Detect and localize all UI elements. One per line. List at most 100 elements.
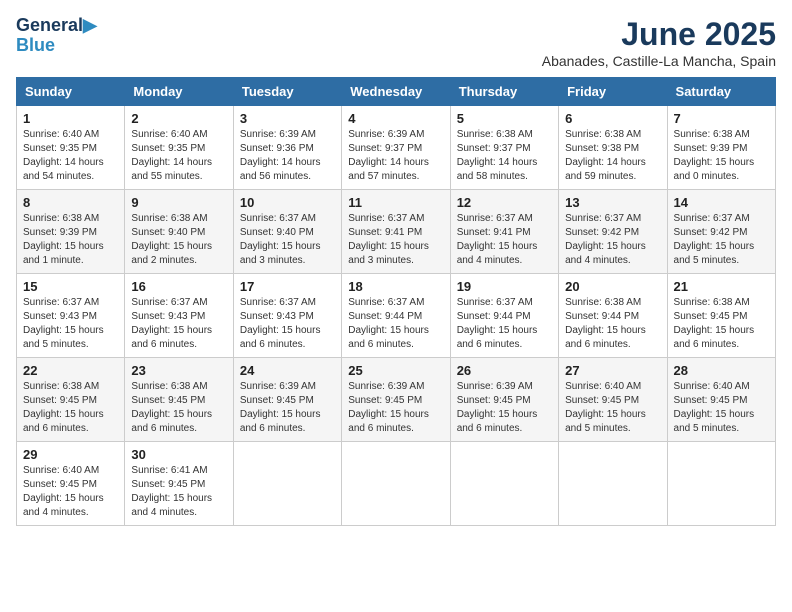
day-number: 21: [674, 279, 769, 294]
day-info: Sunrise: 6:38 AM Sunset: 9:44 PM Dayligh…: [565, 296, 660, 352]
calendar-header-row: SundayMondayTuesdayWednesdayThursdayFrid…: [17, 78, 776, 106]
day-number: 26: [457, 363, 552, 378]
calendar-day-cell: 3Sunrise: 6:39 AM Sunset: 9:36 PM Daylig…: [233, 106, 341, 190]
day-number: 2: [131, 111, 226, 126]
day-number: 12: [457, 195, 552, 210]
day-info: Sunrise: 6:39 AM Sunset: 9:37 PM Dayligh…: [348, 128, 443, 184]
day-info: Sunrise: 6:37 AM Sunset: 9:44 PM Dayligh…: [348, 296, 443, 352]
calendar-day-cell: 27 Sunrise: 6:40 AM Sunset: 9:45 PM Dayli…: [559, 358, 667, 442]
calendar-day-cell: 9Sunrise: 6:38 AM Sunset: 9:40 PM Daylig…: [125, 190, 233, 274]
calendar-week-row: 15 Sunrise: 6:37 AM Sunset: 9:43 PM Dayli…: [17, 274, 776, 358]
calendar-day-cell: 13 Sunrise: 6:37 AM Sunset: 9:42 PM Dayli…: [559, 190, 667, 274]
day-number: 9: [131, 195, 226, 210]
calendar-day-cell: 20 Sunrise: 6:38 AM Sunset: 9:44 PM Dayli…: [559, 274, 667, 358]
day-number: 20: [565, 279, 660, 294]
day-number: 14: [674, 195, 769, 210]
day-number: 15: [23, 279, 118, 294]
calendar-day-cell: 21 Sunrise: 6:38 AM Sunset: 9:45 PM Dayli…: [667, 274, 775, 358]
day-info: Sunrise: 6:38 AM Sunset: 9:45 PM Dayligh…: [23, 380, 118, 436]
calendar-day-cell: 25 Sunrise: 6:39 AM Sunset: 9:45 PM Dayli…: [342, 358, 450, 442]
day-number: 28: [674, 363, 769, 378]
day-number: 22: [23, 363, 118, 378]
calendar-day-cell: 11 Sunrise: 6:37 AM Sunset: 9:41 PM Dayli…: [342, 190, 450, 274]
calendar-day-cell: 5 Sunrise: 6:38 AM Sunset: 9:37 PM Daylig…: [450, 106, 558, 190]
calendar-week-row: 1Sunrise: 6:40 AM Sunset: 9:35 PM Daylig…: [17, 106, 776, 190]
day-number: 16: [131, 279, 226, 294]
calendar-day-cell: 19 Sunrise: 6:37 AM Sunset: 9:44 PM Dayli…: [450, 274, 558, 358]
day-info: Sunrise: 6:39 AM Sunset: 9:45 PM Dayligh…: [240, 380, 335, 436]
calendar-day-cell: 16Sunrise: 6:37 AM Sunset: 9:43 PM Dayli…: [125, 274, 233, 358]
day-info: Sunrise: 6:40 AM Sunset: 9:45 PM Dayligh…: [23, 464, 118, 520]
calendar-day-cell: 29 Sunrise: 6:40 AM Sunset: 9:45 PM Dayli…: [17, 442, 125, 526]
day-info: Sunrise: 6:37 AM Sunset: 9:40 PM Dayligh…: [240, 212, 335, 268]
calendar-day-cell: 15 Sunrise: 6:37 AM Sunset: 9:43 PM Dayli…: [17, 274, 125, 358]
calendar-day-cell: 14 Sunrise: 6:37 AM Sunset: 9:42 PM Dayli…: [667, 190, 775, 274]
day-number: 18: [348, 279, 443, 294]
day-number: 7: [674, 111, 769, 126]
calendar-header-saturday: Saturday: [667, 78, 775, 106]
calendar-day-cell: 10Sunrise: 6:37 AM Sunset: 9:40 PM Dayli…: [233, 190, 341, 274]
empty-cell: [233, 442, 341, 526]
calendar-week-row: 22 Sunrise: 6:38 AM Sunset: 9:45 PM Dayli…: [17, 358, 776, 442]
day-info: Sunrise: 6:39 AM Sunset: 9:45 PM Dayligh…: [457, 380, 552, 436]
day-number: 25: [348, 363, 443, 378]
calendar-header-wednesday: Wednesday: [342, 78, 450, 106]
calendar-table: SundayMondayTuesdayWednesdayThursdayFrid…: [16, 77, 776, 526]
empty-cell: [450, 442, 558, 526]
day-info: Sunrise: 6:38 AM Sunset: 9:45 PM Dayligh…: [674, 296, 769, 352]
logo: General▶ Blue: [16, 16, 97, 56]
day-info: Sunrise: 6:37 AM Sunset: 9:43 PM Dayligh…: [240, 296, 335, 352]
logo-text: General▶: [16, 16, 97, 36]
day-number: 5: [457, 111, 552, 126]
day-info: Sunrise: 6:37 AM Sunset: 9:42 PM Dayligh…: [674, 212, 769, 268]
day-number: 27: [565, 363, 660, 378]
day-info: Sunrise: 6:37 AM Sunset: 9:44 PM Dayligh…: [457, 296, 552, 352]
calendar-day-cell: 17 Sunrise: 6:37 AM Sunset: 9:43 PM Dayli…: [233, 274, 341, 358]
day-number: 24: [240, 363, 335, 378]
day-info: Sunrise: 6:41 AM Sunset: 9:45 PM Dayligh…: [131, 464, 226, 520]
day-info: Sunrise: 6:37 AM Sunset: 9:43 PM Dayligh…: [23, 296, 118, 352]
day-info: Sunrise: 6:37 AM Sunset: 9:41 PM Dayligh…: [348, 212, 443, 268]
calendar-day-cell: 30 Sunrise: 6:41 AM Sunset: 9:45 PM Dayli…: [125, 442, 233, 526]
day-info: Sunrise: 6:40 AM Sunset: 9:35 PM Dayligh…: [23, 128, 118, 184]
empty-cell: [559, 442, 667, 526]
day-number: 4: [348, 111, 443, 126]
calendar-day-cell: 26 Sunrise: 6:39 AM Sunset: 9:45 PM Dayli…: [450, 358, 558, 442]
calendar-week-row: 29 Sunrise: 6:40 AM Sunset: 9:45 PM Dayli…: [17, 442, 776, 526]
calendar-day-cell: 7 Sunrise: 6:38 AM Sunset: 9:39 PM Daylig…: [667, 106, 775, 190]
day-number: 17: [240, 279, 335, 294]
day-number: 11: [348, 195, 443, 210]
day-number: 6: [565, 111, 660, 126]
day-info: Sunrise: 6:38 AM Sunset: 9:38 PM Dayligh…: [565, 128, 660, 184]
calendar-header-friday: Friday: [559, 78, 667, 106]
day-number: 30: [131, 447, 226, 462]
calendar-day-cell: 23Sunrise: 6:38 AM Sunset: 9:45 PM Dayli…: [125, 358, 233, 442]
location-title: Abanades, Castille-La Mancha, Spain: [542, 53, 776, 69]
calendar-day-cell: 8 Sunrise: 6:38 AM Sunset: 9:39 PM Daylig…: [17, 190, 125, 274]
calendar-day-cell: 2Sunrise: 6:40 AM Sunset: 9:35 PM Daylig…: [125, 106, 233, 190]
day-info: Sunrise: 6:37 AM Sunset: 9:42 PM Dayligh…: [565, 212, 660, 268]
logo-subtext: Blue: [16, 36, 97, 56]
calendar-header-monday: Monday: [125, 78, 233, 106]
day-number: 8: [23, 195, 118, 210]
calendar-day-cell: 22 Sunrise: 6:38 AM Sunset: 9:45 PM Dayli…: [17, 358, 125, 442]
day-number: 19: [457, 279, 552, 294]
day-number: 29: [23, 447, 118, 462]
month-title: June 2025: [542, 16, 776, 53]
calendar-day-cell: 1Sunrise: 6:40 AM Sunset: 9:35 PM Daylig…: [17, 106, 125, 190]
calendar-header-sunday: Sunday: [17, 78, 125, 106]
day-info: Sunrise: 6:38 AM Sunset: 9:45 PM Dayligh…: [131, 380, 226, 436]
day-info: Sunrise: 6:39 AM Sunset: 9:45 PM Dayligh…: [348, 380, 443, 436]
day-info: Sunrise: 6:38 AM Sunset: 9:37 PM Dayligh…: [457, 128, 552, 184]
empty-cell: [667, 442, 775, 526]
day-number: 13: [565, 195, 660, 210]
day-info: Sunrise: 6:40 AM Sunset: 9:45 PM Dayligh…: [674, 380, 769, 436]
day-info: Sunrise: 6:37 AM Sunset: 9:41 PM Dayligh…: [457, 212, 552, 268]
calendar-header-tuesday: Tuesday: [233, 78, 341, 106]
calendar-day-cell: 6 Sunrise: 6:38 AM Sunset: 9:38 PM Daylig…: [559, 106, 667, 190]
calendar-week-row: 8 Sunrise: 6:38 AM Sunset: 9:39 PM Daylig…: [17, 190, 776, 274]
day-info: Sunrise: 6:40 AM Sunset: 9:45 PM Dayligh…: [565, 380, 660, 436]
day-info: Sunrise: 6:38 AM Sunset: 9:39 PM Dayligh…: [23, 212, 118, 268]
day-info: Sunrise: 6:38 AM Sunset: 9:39 PM Dayligh…: [674, 128, 769, 184]
calendar-day-cell: 4 Sunrise: 6:39 AM Sunset: 9:37 PM Daylig…: [342, 106, 450, 190]
